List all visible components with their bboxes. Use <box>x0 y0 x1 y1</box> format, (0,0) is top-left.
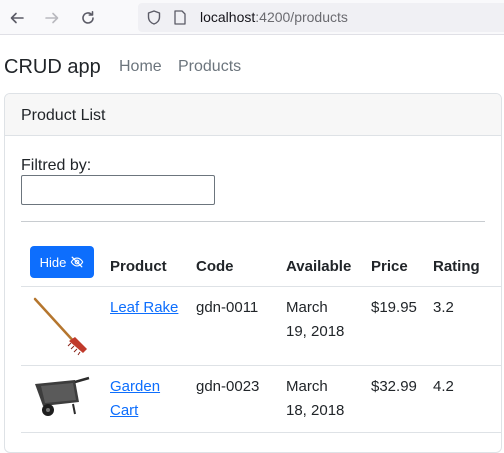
url-host: localhost <box>200 9 256 25</box>
card-header: Product List <box>5 94 501 136</box>
hide-images-button[interactable]: Hide <box>30 246 94 278</box>
product-price: $32.99 <box>371 378 417 395</box>
product-code: gdn-0011 <box>196 299 259 316</box>
brand-link[interactable]: CRUD app <box>4 55 101 79</box>
shield-icon[interactable] <box>147 10 161 25</box>
back-icon[interactable] <box>6 7 28 29</box>
page-icon <box>174 10 186 25</box>
available-date-line2: 19, 2018 <box>286 323 345 340</box>
product-price: $19.95 <box>371 299 417 316</box>
product-rating: 3.2 <box>433 299 454 316</box>
header-divider <box>21 286 501 287</box>
app-navbar: CRUD app Home Products <box>0 36 504 92</box>
garden-cart-image <box>35 376 90 416</box>
product-list-card: Product List Filtred by: Hide Product Co… <box>4 93 502 453</box>
card-title: Product List <box>21 107 106 124</box>
product-link-garden-cart-line1[interactable]: Garden <box>110 375 160 399</box>
product-link-garden-cart-line2[interactable]: Cart <box>110 399 138 423</box>
browser-toolbar: localhost:4200/products <box>0 0 504 35</box>
available-date-line1: March <box>286 378 328 395</box>
column-header-product: Product <box>110 258 167 275</box>
divider <box>21 221 485 222</box>
url-text[interactable]: localhost:4200/products <box>200 9 348 26</box>
column-header-rating: Rating <box>433 258 480 275</box>
column-header-code: Code <box>196 258 234 275</box>
nav-home-link[interactable]: Home <box>119 57 162 77</box>
address-bar[interactable]: localhost:4200/products <box>138 3 504 32</box>
nav-products-link[interactable]: Products <box>178 57 241 77</box>
reload-icon[interactable] <box>77 7 99 29</box>
filter-label: Filtred by: <box>21 157 92 174</box>
row-divider <box>21 365 501 366</box>
url-path: :4200/products <box>255 9 348 25</box>
available-date-line1: March <box>286 299 328 316</box>
eye-slash-icon <box>71 256 84 268</box>
product-code: gdn-0023 <box>196 378 260 395</box>
column-header-available: Available <box>286 258 352 275</box>
row-divider <box>21 432 501 433</box>
column-header-price: Price <box>371 258 408 275</box>
product-link-leaf-rake[interactable]: Leaf Rake <box>110 296 178 320</box>
leaf-rake-image <box>33 297 87 356</box>
filter-input[interactable] <box>21 175 215 205</box>
product-rating: 4.2 <box>433 378 454 395</box>
hide-button-label: Hide <box>39 254 67 270</box>
available-date-line2: 18, 2018 <box>286 402 345 419</box>
forward-icon[interactable] <box>41 7 63 29</box>
